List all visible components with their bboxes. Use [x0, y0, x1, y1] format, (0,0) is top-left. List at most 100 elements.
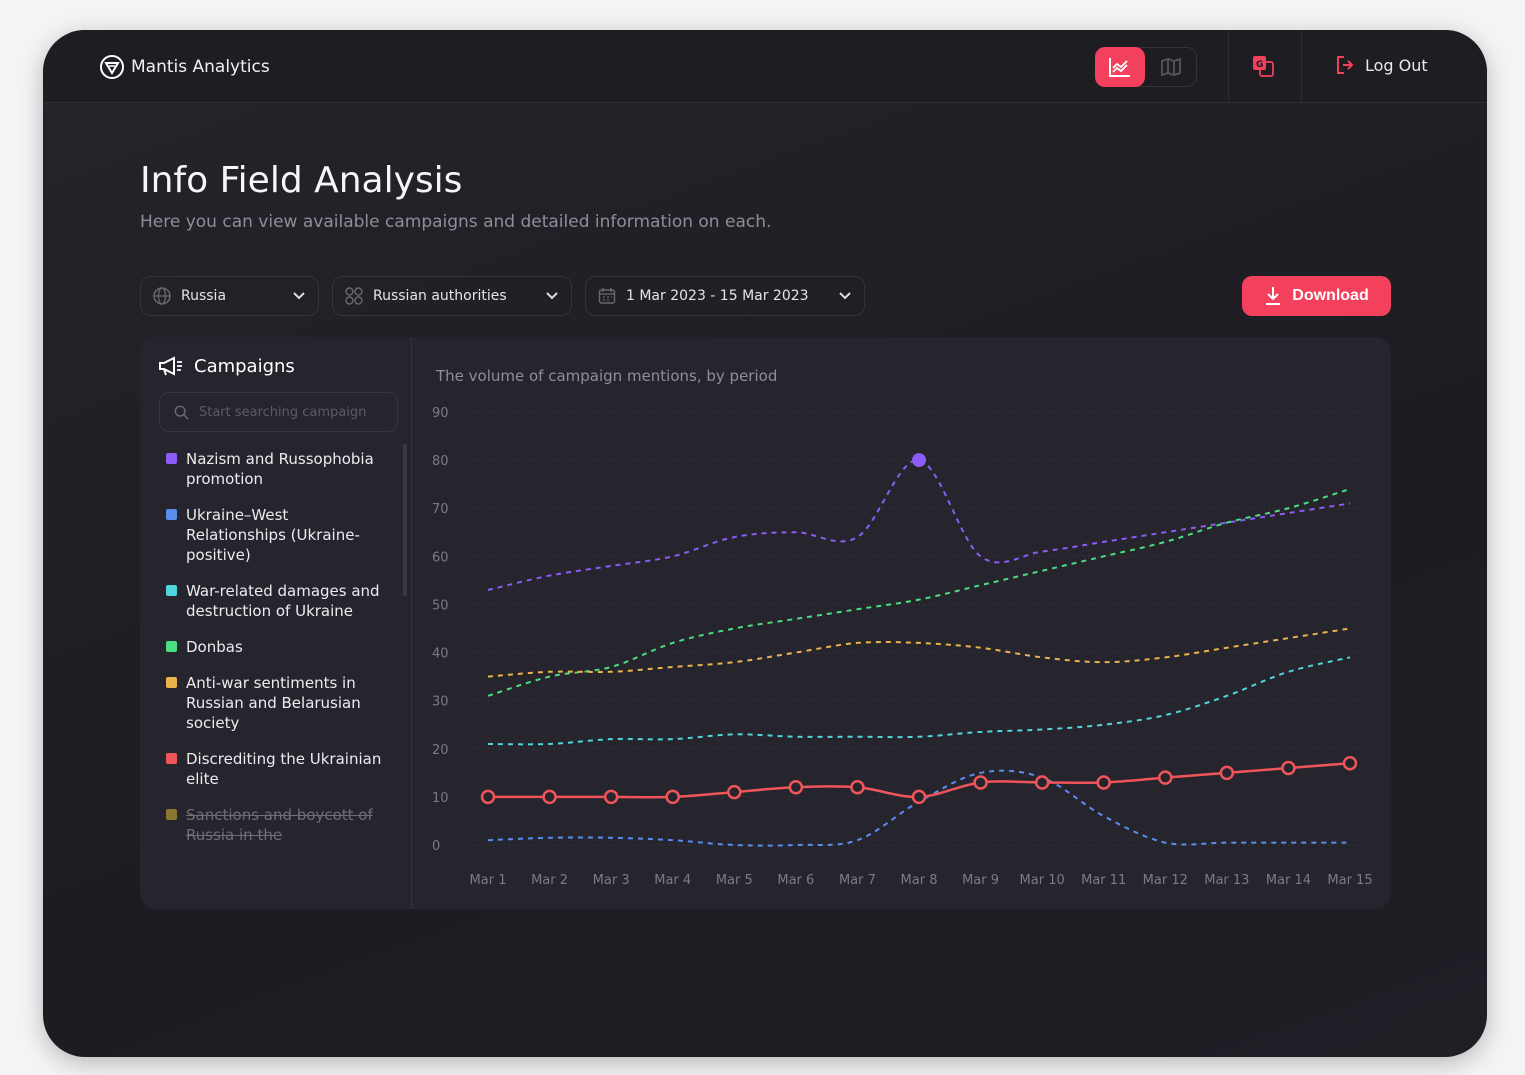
- campaign-search[interactable]: [159, 392, 398, 432]
- y-tick-label: 40: [432, 647, 449, 662]
- x-tick-label: Mar 7: [839, 873, 876, 888]
- campaign-color-swatch: [166, 509, 177, 520]
- download-button[interactable]: Download: [1242, 276, 1391, 316]
- data-point[interactable]: [480, 789, 496, 805]
- campaign-list: Nazism and Russophobia promotion Ukraine–…: [166, 449, 386, 889]
- megaphone-icon: [159, 356, 182, 376]
- x-tick-label: Mar 9: [962, 873, 999, 888]
- x-tick-label: Mar 4: [654, 873, 691, 888]
- campaign-label: Ukraine–West Relationships (Ukraine-posi…: [186, 506, 360, 564]
- page-title: Info Field Analysis: [140, 160, 463, 201]
- y-tick-label: 30: [432, 695, 449, 710]
- campaign-color-swatch: [166, 585, 177, 596]
- y-tick-label: 10: [432, 791, 449, 806]
- campaign-label: Nazism and Russophobia promotion: [186, 450, 374, 488]
- campaign-color-swatch: [166, 641, 177, 652]
- map-view-button[interactable]: [1146, 47, 1196, 87]
- y-tick-label: 80: [432, 454, 449, 469]
- download-label: Download: [1292, 287, 1369, 304]
- campaign-label: Discrediting the Ukrainian elite: [186, 750, 382, 788]
- search-icon: [174, 405, 189, 420]
- actor-select[interactable]: Russian authorities: [332, 276, 572, 316]
- x-tick-label: Mar 6: [777, 873, 814, 888]
- data-point[interactable]: [603, 789, 619, 805]
- data-point[interactable]: [1342, 755, 1358, 771]
- campaign-search-input[interactable]: [198, 404, 383, 420]
- data-point[interactable]: [665, 789, 680, 805]
- y-tick-label: 50: [432, 598, 449, 613]
- campaign-label: Anti-war sentiments in Russian and Belar…: [186, 674, 361, 732]
- campaign-item[interactable]: Sanctions and boycott of Russia in the: [166, 805, 386, 845]
- x-tick-label: Mar 11: [1081, 873, 1126, 888]
- y-tick-label: 90: [432, 406, 449, 421]
- translate-button[interactable]: G: [1251, 54, 1275, 82]
- campaign-item[interactable]: Nazism and Russophobia promotion: [166, 449, 386, 489]
- chart-view-button[interactable]: [1095, 47, 1145, 87]
- data-point[interactable]: [1281, 760, 1296, 776]
- date-range-select[interactable]: 1 Mar 2023 - 15 Mar 2023: [585, 276, 865, 316]
- x-tick-label: Mar 1: [470, 873, 507, 888]
- campaign-label: War-related damages and destruction of U…: [186, 582, 380, 620]
- campaign-color-swatch: [166, 753, 177, 764]
- mantis-logo-icon: [100, 55, 124, 79]
- globe-icon: [153, 287, 171, 305]
- campaign-item[interactable]: Anti-war sentiments in Russian and Belar…: [166, 673, 386, 733]
- actor-value: Russian authorities: [373, 288, 507, 304]
- download-icon: [1266, 287, 1281, 305]
- y-tick-label: 20: [432, 743, 449, 758]
- x-tick-label: Mar 3: [593, 873, 630, 888]
- chart-icon: [1109, 58, 1130, 77]
- brand-logo[interactable]: Mantis Analytics: [99, 54, 270, 80]
- app-window: Mantis Analytics G Log Out Info Field An…: [43, 30, 1487, 1057]
- x-tick-label: Mar 8: [901, 873, 938, 888]
- data-point[interactable]: [911, 789, 927, 805]
- x-tick-label: Mar 13: [1204, 873, 1249, 888]
- date-range-value: 1 Mar 2023 - 15 Mar 2023: [626, 288, 809, 304]
- data-point[interactable]: [1034, 775, 1050, 790]
- divider: [1301, 30, 1302, 103]
- country-select[interactable]: Russia: [140, 276, 319, 316]
- brand-name: Mantis Analytics: [131, 57, 270, 77]
- data-point[interactable]: [850, 780, 865, 795]
- x-tick-label: Mar 14: [1266, 873, 1311, 888]
- chart-panel: The volume of campaign mentions, by peri…: [412, 337, 1391, 909]
- data-point[interactable]: [973, 775, 988, 790]
- chevron-down-icon: [293, 292, 305, 300]
- campaign-item[interactable]: Discrediting the Ukrainian elite: [166, 749, 386, 789]
- campaign-label: Donbas: [186, 638, 243, 656]
- campaign-item[interactable]: Donbas: [166, 637, 386, 657]
- data-point[interactable]: [788, 780, 804, 795]
- chevron-down-icon: [839, 292, 851, 300]
- x-tick-label: Mar 15: [1327, 873, 1372, 888]
- y-tick-label: 0: [432, 839, 440, 854]
- campaign-item[interactable]: Ukraine–West Relationships (Ukraine-posi…: [166, 505, 386, 565]
- campaigns-heading: Campaigns: [158, 355, 295, 377]
- top-bar: Mantis Analytics G Log Out: [43, 30, 1487, 103]
- translate-icon: G: [1253, 56, 1274, 77]
- campaign-color-swatch: [166, 677, 177, 688]
- y-tick-label: 60: [432, 550, 449, 565]
- logout-icon: [1337, 56, 1354, 74]
- data-point[interactable]: [1158, 770, 1173, 785]
- y-tick-label: 70: [432, 502, 449, 517]
- campaign-label: Sanctions and boycott of Russia in the: [186, 806, 373, 844]
- highlight-point[interactable]: [912, 453, 926, 468]
- data-point[interactable]: [1219, 765, 1235, 781]
- campaign-item[interactable]: War-related damages and destruction of U…: [166, 581, 386, 621]
- x-tick-label: Mar 5: [716, 873, 753, 888]
- scrollbar[interactable]: [403, 444, 407, 596]
- chart-title: The volume of campaign mentions, by peri…: [436, 367, 778, 385]
- country-value: Russia: [181, 288, 227, 304]
- series-line: [487, 488, 1351, 697]
- data-point[interactable]: [727, 784, 742, 800]
- svg-text:G: G: [1256, 60, 1263, 70]
- data-point[interactable]: [1096, 775, 1111, 790]
- calendar-icon: [598, 288, 616, 304]
- campaign-color-swatch: [166, 809, 177, 820]
- line-chart: 0 10 20 30 40 50 60 70 80 90 Mar 1 Mar 2 Mar 3 Mar 4 M…: [432, 406, 1373, 888]
- data-point[interactable]: [542, 789, 557, 805]
- logout-button[interactable]: Log Out: [1335, 55, 1428, 75]
- grid-icon: [345, 287, 363, 305]
- logout-label: Log Out: [1365, 55, 1428, 75]
- x-tick-label: Mar 10: [1020, 873, 1065, 888]
